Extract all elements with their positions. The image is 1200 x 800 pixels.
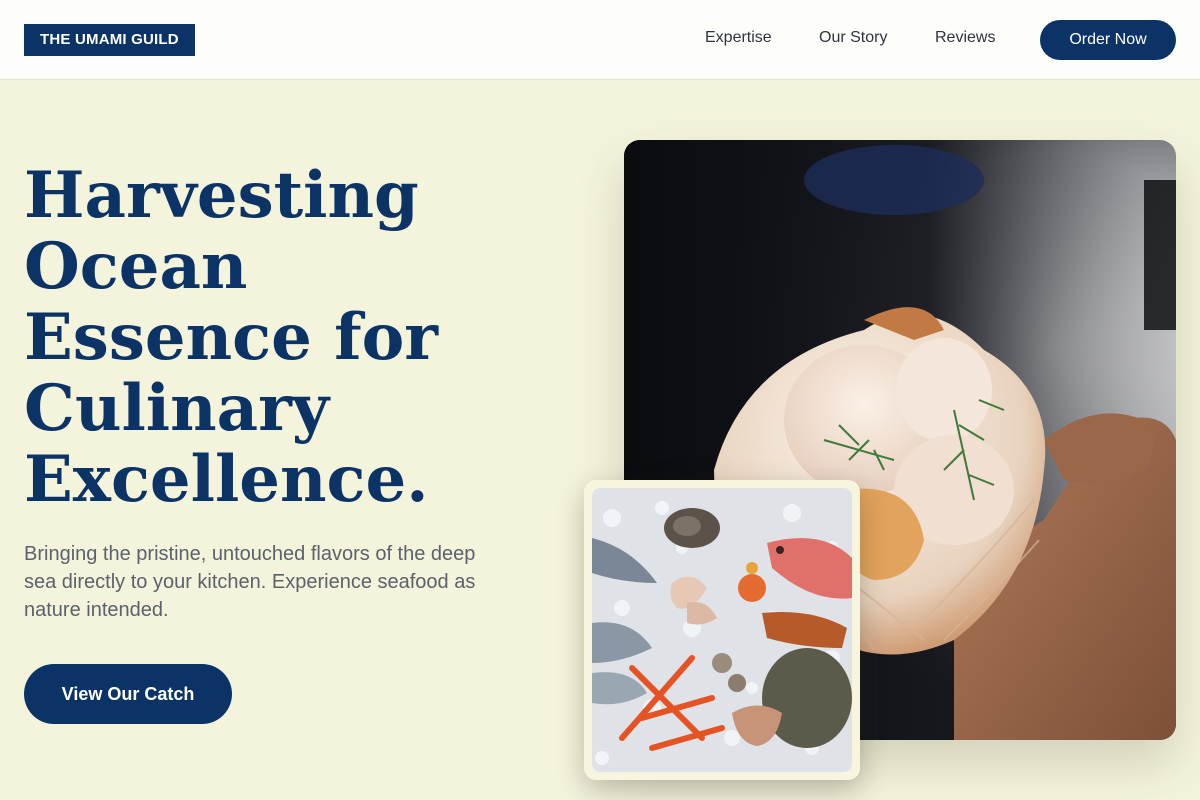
- headline-line: Essence for: [24, 300, 438, 375]
- seafood-on-ice-photo: [592, 488, 852, 772]
- nav-link-reviews[interactable]: Reviews: [935, 29, 995, 47]
- inset-photo-frame: [584, 480, 860, 780]
- hero-subtext: Bringing the pristine, untouched flavors…: [24, 543, 476, 621]
- brand-logo[interactable]: THE UMAMI GUILD: [24, 24, 195, 56]
- headline-line: Excellence.: [24, 442, 429, 517]
- top-navigation-bar: THE UMAMI GUILD Expertise Our Story Revi…: [0, 0, 1200, 80]
- headline-line: Ocean: [24, 229, 248, 304]
- hero-headline: Harvesting Ocean Essence for Culinary Ex…: [24, 160, 444, 515]
- seafood-illustration: [592, 488, 852, 772]
- order-now-button[interactable]: Order Now: [1040, 20, 1176, 60]
- nav-link-expertise[interactable]: Expertise: [705, 29, 772, 47]
- headline-line: Culinary: [24, 371, 329, 446]
- view-our-catch-button[interactable]: View Our Catch: [24, 664, 232, 724]
- headline-line: Harvesting: [24, 158, 419, 233]
- nav-link-our-story[interactable]: Our Story: [819, 29, 887, 47]
